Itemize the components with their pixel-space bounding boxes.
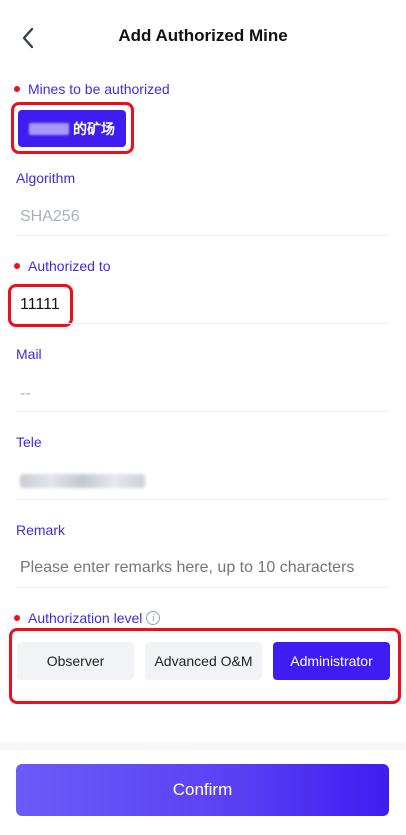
level-advanced-om-button[interactable]: Advanced O&M — [145, 642, 262, 680]
page-title: Add Authorized Mine — [118, 26, 288, 45]
redacted-phone — [20, 474, 145, 488]
mine-chip[interactable]: 的矿场 — [18, 110, 126, 147]
divider — [16, 499, 389, 500]
remark-input[interactable] — [20, 559, 390, 577]
divider — [16, 323, 389, 324]
mail-label: Mail — [16, 346, 42, 362]
algorithm-label: Algorithm — [16, 170, 76, 186]
remark-label: Remark — [16, 522, 66, 538]
level-observer-button[interactable]: Observer — [17, 642, 134, 680]
required-dot — [14, 615, 20, 621]
mail-value: -- — [20, 385, 31, 402]
authorized-to-label: Authorized to — [14, 258, 111, 274]
divider — [16, 587, 389, 588]
header: Add Authorized Mine — [0, 0, 406, 74]
authorized-to-value[interactable]: 11111 — [20, 296, 60, 314]
algorithm-value: SHA256 — [20, 208, 80, 225]
tele-label: Tele — [16, 434, 42, 450]
level-administrator-button[interactable]: Administrator — [273, 642, 390, 680]
footer-separator — [0, 742, 406, 750]
mines-label-text: Mines to be authorized — [28, 81, 170, 97]
authorized-to-label-text: Authorized to — [28, 258, 111, 274]
confirm-button[interactable]: Confirm — [16, 764, 389, 816]
required-dot — [14, 86, 20, 92]
required-dot — [14, 263, 20, 269]
divider — [16, 235, 389, 236]
authorization-level-label: Authorization level i — [14, 610, 161, 626]
divider — [16, 411, 389, 412]
redacted-name — [29, 122, 69, 135]
mine-chip-text: 的矿场 — [73, 120, 115, 137]
info-icon[interactable]: i — [146, 611, 161, 625]
mines-label: Mines to be authorized — [14, 81, 170, 97]
authorization-level-label-text: Authorization level — [28, 610, 143, 626]
